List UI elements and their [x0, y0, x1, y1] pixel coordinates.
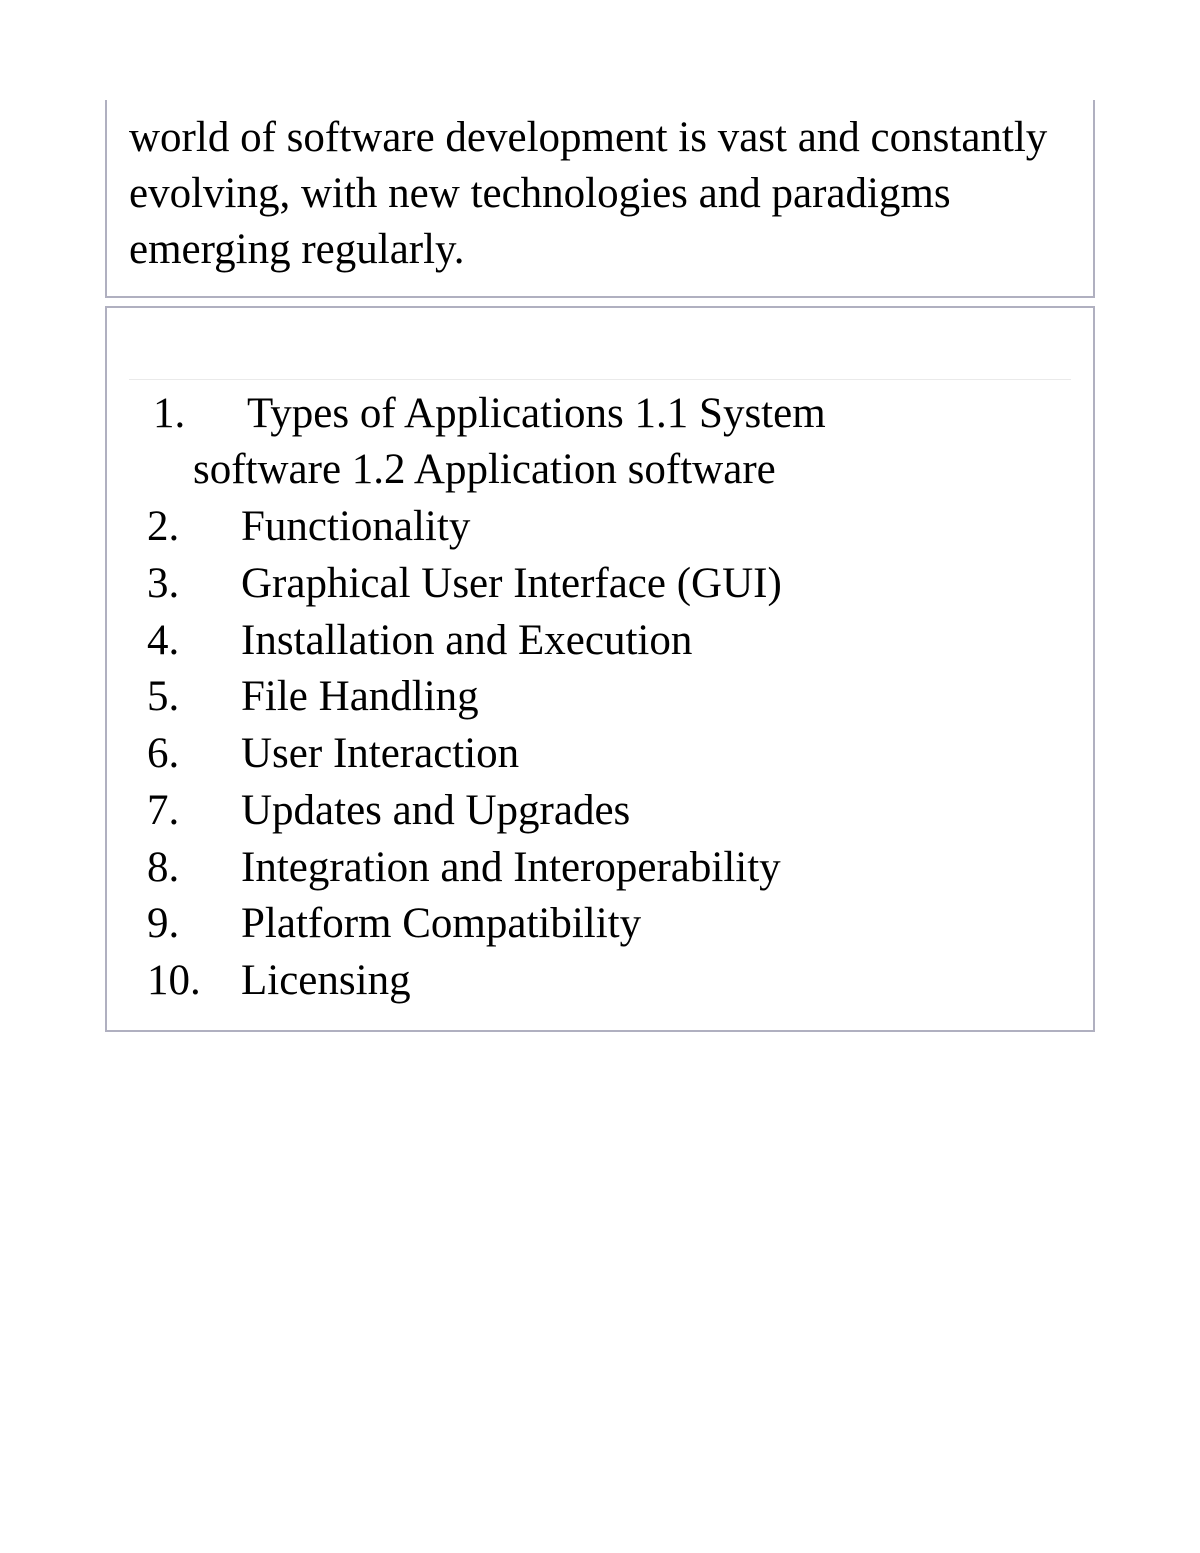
toc-item: 4. Installation and Execution	[141, 613, 1071, 670]
toc-item-number: 5.	[141, 669, 241, 726]
toc-item-number: 7.	[141, 783, 241, 840]
toc-item-label: File Handling	[241, 669, 1071, 726]
toc-box: 1. Types of Applications 1.1 System soft…	[105, 306, 1095, 1032]
toc-header-spacer	[129, 326, 1071, 380]
toc-item-label: Graphical User Interface (GUI)	[241, 556, 1071, 613]
toc-item-label-cont: software 1.2 Application software	[147, 442, 1071, 499]
toc-item: 9. Platform Compatibility	[141, 896, 1071, 953]
toc-item-number: 4.	[141, 613, 241, 670]
toc-item-number: 1.	[147, 386, 247, 443]
toc-item: 5. File Handling	[141, 669, 1071, 726]
toc-item: 2. Functionality	[141, 499, 1071, 556]
toc-item-number: 6.	[141, 726, 241, 783]
toc-item-number: 9.	[141, 896, 241, 953]
intro-paragraph-text: world of software development is vast an…	[129, 114, 1047, 273]
toc-item-label: User Interaction	[241, 726, 1071, 783]
toc-item-label: Updates and Upgrades	[241, 783, 1071, 840]
toc-item: 3. Graphical User Interface (GUI)	[141, 556, 1071, 613]
toc-item-number: 3.	[141, 556, 241, 613]
toc-item-label: Integration and Interoperability	[241, 840, 1071, 897]
toc-item-number: 10.	[141, 953, 241, 1010]
toc-item-label: Types of Applications 1.1 System	[247, 386, 1071, 443]
toc-item-label: Licensing	[241, 953, 1071, 1010]
toc-item: 6. User Interaction	[141, 726, 1071, 783]
toc-item: 1. Types of Applications 1.1 System soft…	[141, 386, 1071, 500]
toc-item-label: Platform Compatibility	[241, 896, 1071, 953]
toc-item: 7. Updates and Upgrades	[141, 783, 1071, 840]
toc-list: 1. Types of Applications 1.1 System soft…	[129, 386, 1071, 1010]
toc-item: 8. Integration and Interoperability	[141, 840, 1071, 897]
toc-item-number: 8.	[141, 840, 241, 897]
intro-paragraph-box: world of software development is vast an…	[105, 100, 1095, 298]
toc-item-label: Installation and Execution	[241, 613, 1071, 670]
toc-item-label: Functionality	[241, 499, 1071, 556]
toc-item: 10. Licensing	[141, 953, 1071, 1010]
toc-item-number: 2.	[141, 499, 241, 556]
